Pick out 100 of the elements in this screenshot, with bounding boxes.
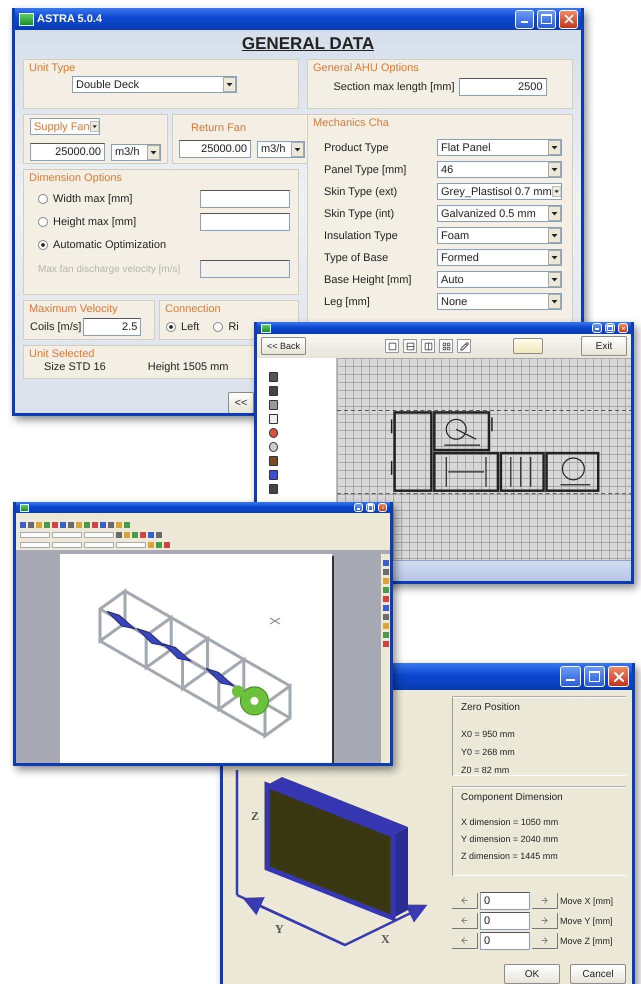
- move-left-button[interactable]: [452, 933, 478, 949]
- group-label: General AHU Options: [313, 62, 419, 74]
- group-label: Zero Position: [461, 702, 521, 713]
- group-label: Unit Selected: [29, 348, 94, 360]
- radio-label: Left: [181, 321, 200, 333]
- input-field[interactable]: 2500: [458, 78, 547, 96]
- ok-button[interactable]: OK: [504, 964, 560, 984]
- dropdown[interactable]: [116, 542, 146, 548]
- view-button[interactable]: [457, 339, 471, 353]
- move-right-button[interactable]: [532, 893, 558, 909]
- view-button[interactable]: [421, 339, 435, 353]
- field-label: Base Height [mm]: [324, 274, 412, 286]
- info-text: Z0 = 82 mm: [461, 765, 510, 775]
- info-text: Height 1505 mm: [148, 361, 228, 373]
- field-label: Product Type: [324, 142, 390, 154]
- arrow-left-icon: [460, 916, 469, 925]
- close-button[interactable]: [378, 503, 387, 512]
- dropdown[interactable]: Double Deck: [72, 76, 237, 93]
- crosshair-icon: [270, 618, 280, 624]
- group-label: Return Fan: [191, 122, 246, 134]
- minimize-button[interactable]: [592, 323, 602, 333]
- arrow-left-icon: [460, 896, 469, 905]
- field-label: Insulation Type: [324, 230, 399, 242]
- square-icon: [388, 342, 396, 350]
- minimize-button[interactable]: [560, 666, 581, 687]
- move-left-button[interactable]: [452, 893, 478, 909]
- axis-label: Y: [275, 922, 284, 936]
- app-icon: [19, 12, 34, 26]
- pencil-icon: [460, 342, 468, 350]
- field-label: Type of Base: [324, 252, 390, 264]
- info-text: X dimension = 1050 mm: [461, 817, 560, 827]
- view-button[interactable]: [385, 339, 399, 353]
- dropdown[interactable]: Galvanized 0.5 mm: [437, 205, 562, 222]
- dropdown[interactable]: 46: [437, 161, 562, 178]
- dropdown[interactable]: Formed: [437, 249, 562, 266]
- info-text: Y dimension = 2040 mm: [461, 834, 560, 844]
- field-label: Skin Type (ext): [324, 186, 398, 198]
- dropdown[interactable]: Auto: [437, 271, 562, 288]
- group-label: Connection: [165, 303, 221, 315]
- minimize-button[interactable]: [354, 503, 363, 512]
- dropdown[interactable]: None: [437, 293, 562, 310]
- minimize-button[interactable]: [515, 10, 534, 28]
- maximize-button[interactable]: [584, 666, 605, 687]
- move-right-button[interactable]: [532, 913, 558, 929]
- dropdown[interactable]: [20, 542, 50, 548]
- back-button[interactable]: << Back: [261, 337, 306, 355]
- input-field[interactable]: 25000.00: [30, 143, 105, 161]
- close-button[interactable]: [608, 666, 629, 687]
- radio-button[interactable]: [38, 217, 48, 227]
- input-field[interactable]: 0: [480, 932, 530, 950]
- input-field[interactable]: 2.5: [83, 318, 142, 336]
- input-field[interactable]: 0: [480, 892, 530, 910]
- dropdown[interactable]: m3/h: [257, 140, 305, 158]
- window-title: ASTRA 5.0.4: [37, 13, 102, 25]
- close-icon: [620, 326, 626, 330]
- dropdown[interactable]: [20, 532, 50, 538]
- radio-button[interactable]: [213, 322, 224, 332]
- dropdown[interactable]: [52, 542, 82, 548]
- group-label: Maximum Velocity: [29, 303, 118, 315]
- dropdown[interactable]: [52, 532, 82, 538]
- arrow-right-icon: [540, 916, 549, 925]
- radio-label: Automatic Optimization: [53, 239, 166, 251]
- dropdown[interactable]: m3/h: [111, 144, 161, 160]
- close-button[interactable]: [618, 323, 628, 333]
- toolbar-button[interactable]: [513, 338, 543, 354]
- axis-label: X: [381, 932, 390, 946]
- move-right-button[interactable]: [532, 933, 558, 949]
- dropdown[interactable]: [84, 532, 114, 538]
- info-text: X0 = 950 mm: [461, 729, 516, 739]
- group-label: Dimension Options: [29, 172, 122, 184]
- group-label: Component Dimension: [461, 792, 564, 803]
- radio-button[interactable]: [38, 194, 48, 204]
- radio-label: Ri: [228, 321, 239, 333]
- back-button[interactable]: <<: [228, 392, 254, 413]
- arrow-right-icon: [540, 936, 549, 945]
- view-button[interactable]: [439, 339, 453, 353]
- app-icon: [261, 324, 271, 332]
- maximize-button[interactable]: [605, 323, 615, 333]
- dropdown[interactable]: Flat Panel: [437, 139, 562, 156]
- field-label: Coils [m/s]: [30, 321, 82, 333]
- view-button[interactable]: [403, 339, 417, 353]
- input-field[interactable]: [200, 190, 290, 208]
- maximize-button[interactable]: [366, 503, 375, 512]
- dropdown[interactable]: Grey_Plastisol 0.7 mm: [437, 183, 562, 200]
- field-label: Section max length [mm]: [333, 81, 455, 93]
- input-field[interactable]: 0: [480, 912, 530, 930]
- radio-button[interactable]: [38, 240, 48, 250]
- input-field[interactable]: [200, 213, 290, 231]
- cancel-button[interactable]: Cancel: [570, 964, 626, 984]
- maximize-button[interactable]: [537, 10, 556, 28]
- field-label: Move Y [mm]: [560, 916, 614, 926]
- move-left-button[interactable]: [452, 913, 478, 929]
- field-label: Panel Type [mm]: [324, 164, 408, 176]
- exit-button[interactable]: Exit: [581, 336, 627, 356]
- dropdown[interactable]: Foam: [437, 227, 562, 244]
- close-button[interactable]: [559, 10, 578, 28]
- radio-button[interactable]: [166, 322, 176, 332]
- arrow-right-icon: [540, 896, 549, 905]
- input-field[interactable]: 25000.00: [179, 140, 251, 158]
- dropdown[interactable]: [84, 542, 114, 548]
